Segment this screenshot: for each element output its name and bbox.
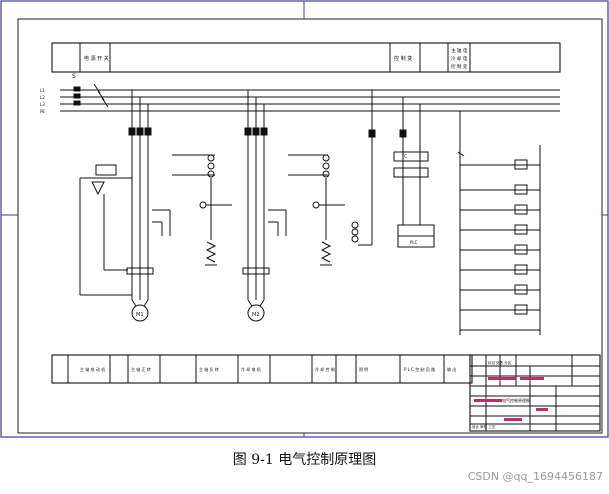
header-block-a: 电 源 开 关 [84,55,109,62]
title-block-title: 电气控制原理图 [502,397,530,403]
title-block-small-a: 标记 处数 分区 [488,360,512,365]
footer-cell-4: 冷 却 电 机 [241,366,261,372]
transformer-branch [393,97,435,248]
bus-label-l2: L2 [40,95,45,100]
footer-cell-8: 输 出 [447,366,456,372]
header-table: 电 源 开 关 控 制 变 主 轴 电 冷 却 电 控 制 变 S [51,42,561,80]
motor-label-1: M1 [136,312,144,318]
title-block-small-b: 设计 审核 工艺 [472,424,496,429]
header-block-c2: 冷 却 电 [451,55,468,62]
contact-stack-2 [312,154,345,266]
title-block [469,354,601,432]
sheet-border-inner [17,18,603,434]
figure-caption: 图 9-1 电气控制原理图 [232,452,377,468]
motor-label-2: M2 [252,312,260,318]
footer-cell-5: 冷 却 控 制 [315,366,335,372]
plc-label: PLC [410,240,418,245]
header-under-mark: S [72,73,76,80]
transformer-label: TC [401,154,407,159]
bus-bars [60,83,560,112]
header-block-c1: 主 轴 电 [451,47,468,54]
footer-table: 主 轴 电 动 机 主 轴 正 转 主 轴 反 转 冷 却 电 机 冷 却 控 … [51,354,473,384]
contact-stack-1 [199,154,232,266]
header-block-c3: 控 制 变 [451,63,468,70]
bus-label-l1: L1 [40,88,45,93]
header-block-b: 控 制 变 [394,55,412,62]
motor-circuit-1 [79,90,215,322]
footer-cell-6: 照 明 [359,367,368,372]
lighting-branch [351,90,376,246]
footer-cell-3: 主 轴 反 转 [199,366,219,372]
footer-cell-2: 主 轴 正 转 [131,366,151,372]
bus-label-l3: L3 [40,102,45,107]
csdn-watermark: CSDN @qq_1694456187 [467,470,603,483]
footer-cell-1: 主 轴 电 动 机 [80,366,105,372]
bus-label-pe: PE [40,109,45,114]
plc-ladder [457,111,541,335]
schematic-sheet: 电 源 开 关 控 制 变 主 轴 电 冷 却 电 控 制 变 S L1 L2 … [0,0,609,438]
motor-circuit-2 [242,90,328,322]
footer-cell-7: P L C 控 制 回 路 [404,366,435,372]
